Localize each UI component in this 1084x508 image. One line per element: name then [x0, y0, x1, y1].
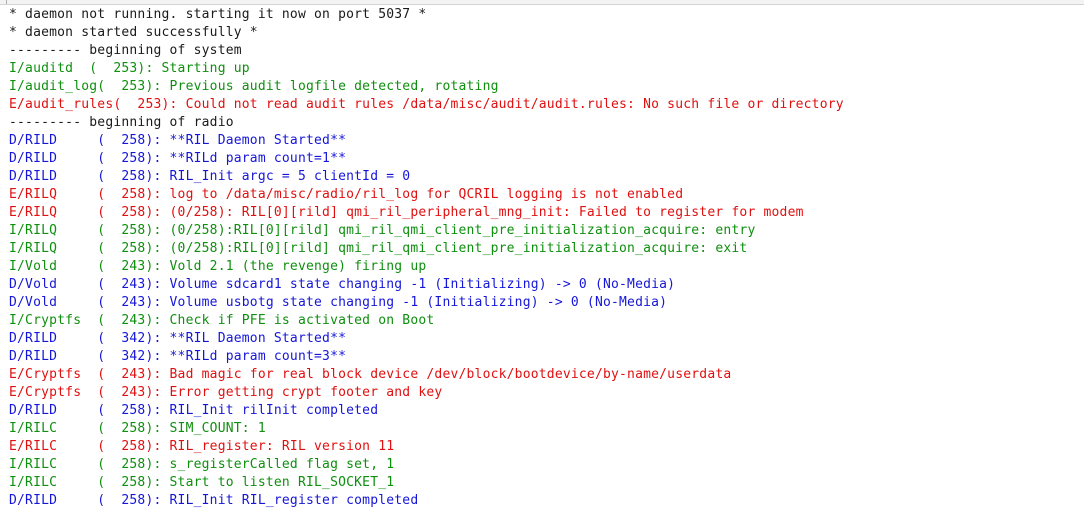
log-line: D/RILD ( 258): RIL_Init rilInit complete… — [9, 403, 379, 418]
log-line: I/Vold ( 243): Vold 2.1 (the revenge) fi… — [9, 259, 427, 274]
log-line: D/RILD ( 258): RIL_Init RIL_register com… — [9, 493, 419, 508]
log-line: I/Cryptfs ( 243): Check if PFE is activa… — [9, 313, 435, 328]
console-top-tick — [6, 0, 7, 4]
log-line: I/RILC ( 258): SIM_COUNT: 1 — [9, 421, 266, 436]
log-line: I/RILQ ( 258): (0/258):RIL[0][rild] qmi_… — [9, 223, 756, 238]
log-line: E/audit_rules( 253): Could not read audi… — [9, 97, 844, 112]
log-line: --------- beginning of system — [9, 43, 242, 58]
log-line: --------- beginning of radio — [9, 115, 234, 130]
log-line: I/RILC ( 258): Start to listen RIL_SOCKE… — [9, 475, 395, 490]
log-line: I/audit_log( 253): Previous audit logfil… — [9, 79, 499, 94]
log-line: D/RILD ( 342): **RIL Daemon Started** — [9, 331, 347, 346]
console-top-edge — [0, 0, 1084, 5]
logcat-console[interactable]: * daemon not running. starting it now on… — [0, 0, 1084, 508]
log-line: E/RILC ( 258): RIL_register: RIL version… — [9, 439, 395, 454]
log-line: I/RILQ ( 258): (0/258):RIL[0][rild] qmi_… — [9, 241, 748, 256]
log-line: E/RILQ ( 258): log to /data/misc/radio/r… — [9, 187, 684, 202]
log-output: * daemon not running. starting it now on… — [9, 6, 844, 508]
log-line: * daemon not running. starting it now on… — [9, 7, 427, 22]
log-line: D/Vold ( 243): Volume sdcard1 state chan… — [9, 277, 676, 292]
log-line: D/RILD ( 258): RIL_Init argc = 5 clientI… — [9, 169, 411, 184]
log-line: D/Vold ( 243): Volume usbotg state chang… — [9, 295, 668, 310]
log-line: * daemon started successfully * — [9, 25, 258, 40]
log-line: D/RILD ( 342): **RILd param count=3** — [9, 349, 347, 364]
log-line: D/RILD ( 258): **RIL Daemon Started** — [9, 133, 347, 148]
log-line: D/RILD ( 258): **RILd param count=1** — [9, 151, 347, 166]
log-line: I/auditd ( 253): Starting up — [9, 61, 250, 76]
log-line: I/RILC ( 258): s_registerCalled flag set… — [9, 457, 395, 472]
log-line: E/RILQ ( 258): (0/258): RIL[0][rild] qmi… — [9, 205, 804, 220]
log-line: E/Cryptfs ( 243): Error getting crypt fo… — [9, 385, 443, 400]
log-line: E/Cryptfs ( 243): Bad magic for real blo… — [9, 367, 732, 382]
